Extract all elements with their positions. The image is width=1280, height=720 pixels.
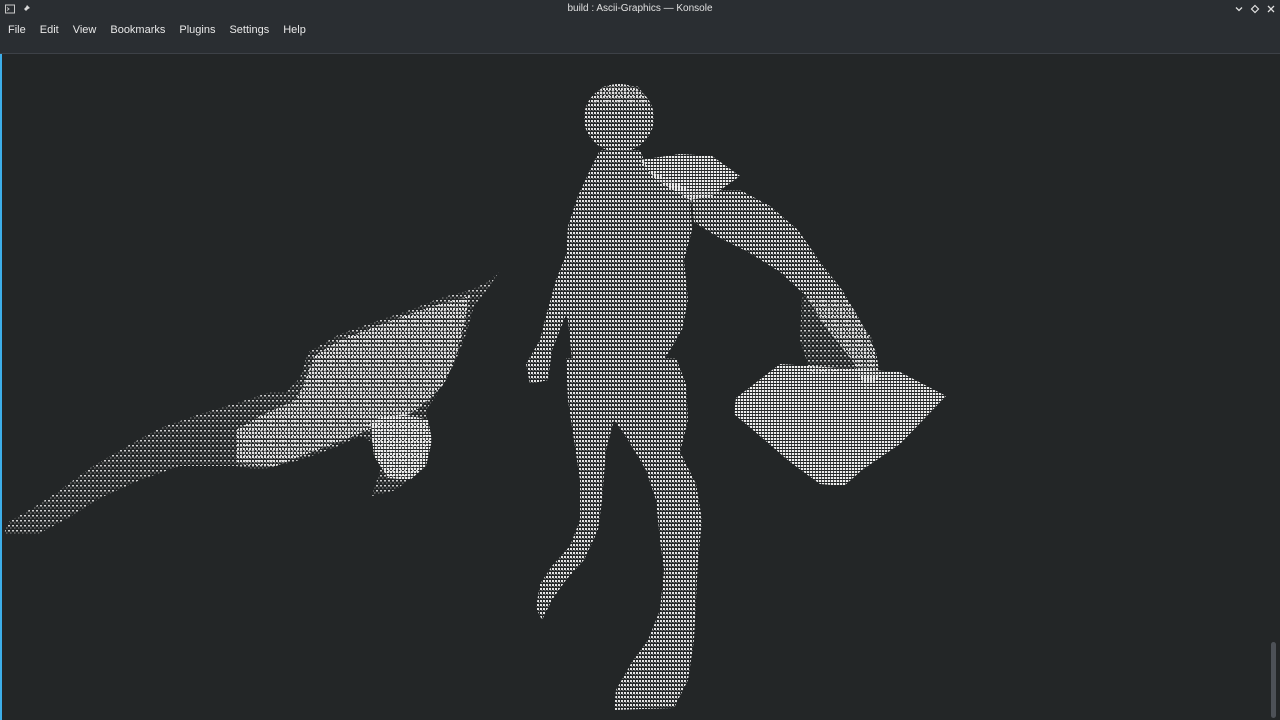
scrollbar-handle[interactable] [1271,642,1276,718]
menu-bar: File Edit View Bookmarks Plugins Setting… [0,19,1280,41]
menu-plugins[interactable]: Plugins [172,22,222,38]
menu-settings[interactable]: Settings [222,22,276,38]
chevron-down-icon[interactable] [1233,3,1245,15]
menu-help[interactable]: Help [276,22,313,38]
ascii-render [4,84,946,710]
focus-indicator [0,54,2,720]
terminal-scrollbar[interactable] [1268,54,1280,720]
menu-view[interactable]: View [66,22,104,38]
diamond-icon[interactable] [1249,3,1261,15]
figure-bag [734,296,946,486]
menu-file[interactable]: File [1,22,33,38]
figure-head [584,84,654,152]
terminal-output[interactable] [0,54,1270,720]
toolbar-area [0,41,1280,54]
close-icon[interactable] [1265,3,1277,15]
flying-flag [4,270,500,534]
menu-edit[interactable]: Edit [33,22,66,38]
figure-legs [536,358,702,710]
window-title: build : Ascii-Graphics — Konsole [567,3,713,14]
konsole-window: build : Ascii-Graphics — Konsole File Ed… [0,0,1280,720]
figure-torso [560,150,740,360]
title-bar: build : Ascii-Graphics — Konsole [0,0,1280,19]
menu-bookmarks[interactable]: Bookmarks [103,22,172,38]
